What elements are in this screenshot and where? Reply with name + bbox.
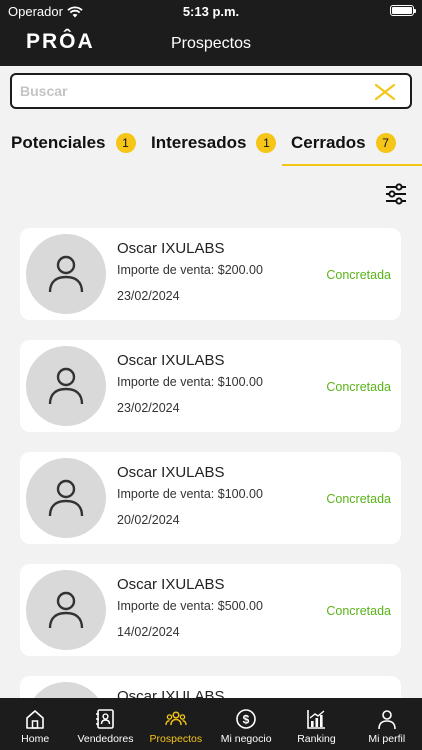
avatar xyxy=(26,458,106,538)
nav-vendedores[interactable]: Vendedores xyxy=(70,698,140,750)
prospect-date: 14/02/2024 xyxy=(117,625,180,639)
status-badge: Concretada xyxy=(326,380,391,394)
user-placeholder-icon xyxy=(48,591,84,629)
sliders-icon xyxy=(386,183,406,205)
user-placeholder-icon xyxy=(48,479,84,517)
prospect-card[interactable]: Oscar IXULABS Importe de venta: $200.00 … xyxy=(20,228,401,320)
page-title: Prospectos xyxy=(170,35,252,52)
prospect-name: Oscar IXULABS xyxy=(117,352,225,369)
prospect-date: 23/02/2024 xyxy=(117,401,180,415)
status-tabs: Potenciales 1 Interesados 1 Cerrados 7 xyxy=(0,118,422,168)
status-badge: Concretada xyxy=(326,604,391,618)
close-icon xyxy=(374,83,396,101)
avatar xyxy=(26,570,106,650)
prospect-name: Oscar IXULABS xyxy=(117,240,225,257)
prospect-name: Oscar IXULABS xyxy=(117,464,225,481)
nav-label: Ranking xyxy=(297,733,336,745)
user-placeholder-icon xyxy=(48,367,84,405)
app-header: Operador 5:13 p.m. PRÔA Prospectos xyxy=(0,0,422,66)
tab-label: Interesados xyxy=(151,133,247,152)
status-badge: Concretada xyxy=(326,492,391,506)
nav-mi-negocio[interactable]: $ Mi negocio xyxy=(211,698,281,750)
sale-amount: Importe de venta: $100.00 xyxy=(117,375,263,389)
contacts-book-icon xyxy=(96,709,115,729)
chart-icon xyxy=(307,710,326,729)
avatar xyxy=(26,234,106,314)
prospect-card[interactable]: Oscar IXULABS Importe de venta: $100.00 … xyxy=(20,340,401,432)
nav-home[interactable]: Home xyxy=(0,698,70,750)
battery-icon xyxy=(390,5,416,16)
prospect-name: Oscar IXULABS xyxy=(117,576,225,593)
tab-potenciales[interactable]: Potenciales 1 xyxy=(11,118,136,168)
user-placeholder-icon xyxy=(48,255,84,293)
people-group-icon xyxy=(165,711,187,726)
search-bar xyxy=(10,73,412,109)
prospect-card[interactable]: Oscar IXULABS Importe de venta: $500.00 … xyxy=(20,564,401,656)
tab-interesados[interactable]: Interesados 1 xyxy=(151,118,277,168)
dollar-coin-icon: $ xyxy=(236,709,256,729)
nav-label: Vendedores xyxy=(77,733,134,745)
person-icon xyxy=(377,710,396,730)
nav-mi-perfil[interactable]: Mi perfil xyxy=(352,698,422,750)
nav-label: Mi perfil xyxy=(368,733,406,745)
prospect-card[interactable]: Oscar IXULABS xyxy=(20,676,401,698)
count-badge: 7 xyxy=(375,133,396,153)
prospect-card[interactable]: Oscar IXULABS Importe de venta: $100.00 … xyxy=(20,452,401,544)
avatar xyxy=(26,346,106,426)
active-tab-indicator xyxy=(282,164,422,166)
nav-label: Mi negocio xyxy=(220,733,272,745)
prospect-list[interactable]: Oscar IXULABS Importe de venta: $200.00 … xyxy=(0,228,422,698)
prospect-name: Oscar IXULABS xyxy=(117,688,225,698)
nav-label: Home xyxy=(21,733,50,745)
status-time: 5:13 p.m. xyxy=(182,4,240,19)
prospect-date: 23/02/2024 xyxy=(117,289,180,303)
sale-amount: Importe de venta: $100.00 xyxy=(117,487,263,501)
nav-label: Prospectos xyxy=(149,733,203,745)
status-bar: Operador 5:13 p.m. xyxy=(0,0,422,22)
nav-prospectos[interactable]: Prospectos xyxy=(141,698,211,750)
nav-ranking[interactable]: Ranking xyxy=(281,698,351,750)
svg-text:$: $ xyxy=(243,713,250,727)
tab-label: Potenciales xyxy=(11,133,106,152)
avatar xyxy=(26,682,106,698)
tab-label: Cerrados xyxy=(291,133,366,152)
clear-search-button[interactable] xyxy=(374,81,396,103)
tab-cerrados[interactable]: Cerrados 7 xyxy=(291,118,396,168)
sale-amount: Importe de venta: $500.00 xyxy=(117,599,263,613)
bottom-nav: Home Vendedores Prospectos $ Mi negocio xyxy=(0,698,422,750)
count-badge: 1 xyxy=(115,133,136,153)
sale-amount: Importe de venta: $200.00 xyxy=(117,263,263,277)
prospect-date: 20/02/2024 xyxy=(117,513,180,527)
search-input[interactable] xyxy=(12,75,352,107)
count-badge: 1 xyxy=(256,133,277,153)
filter-button[interactable] xyxy=(384,183,408,205)
home-icon xyxy=(26,710,44,729)
status-badge: Concretada xyxy=(326,268,391,282)
